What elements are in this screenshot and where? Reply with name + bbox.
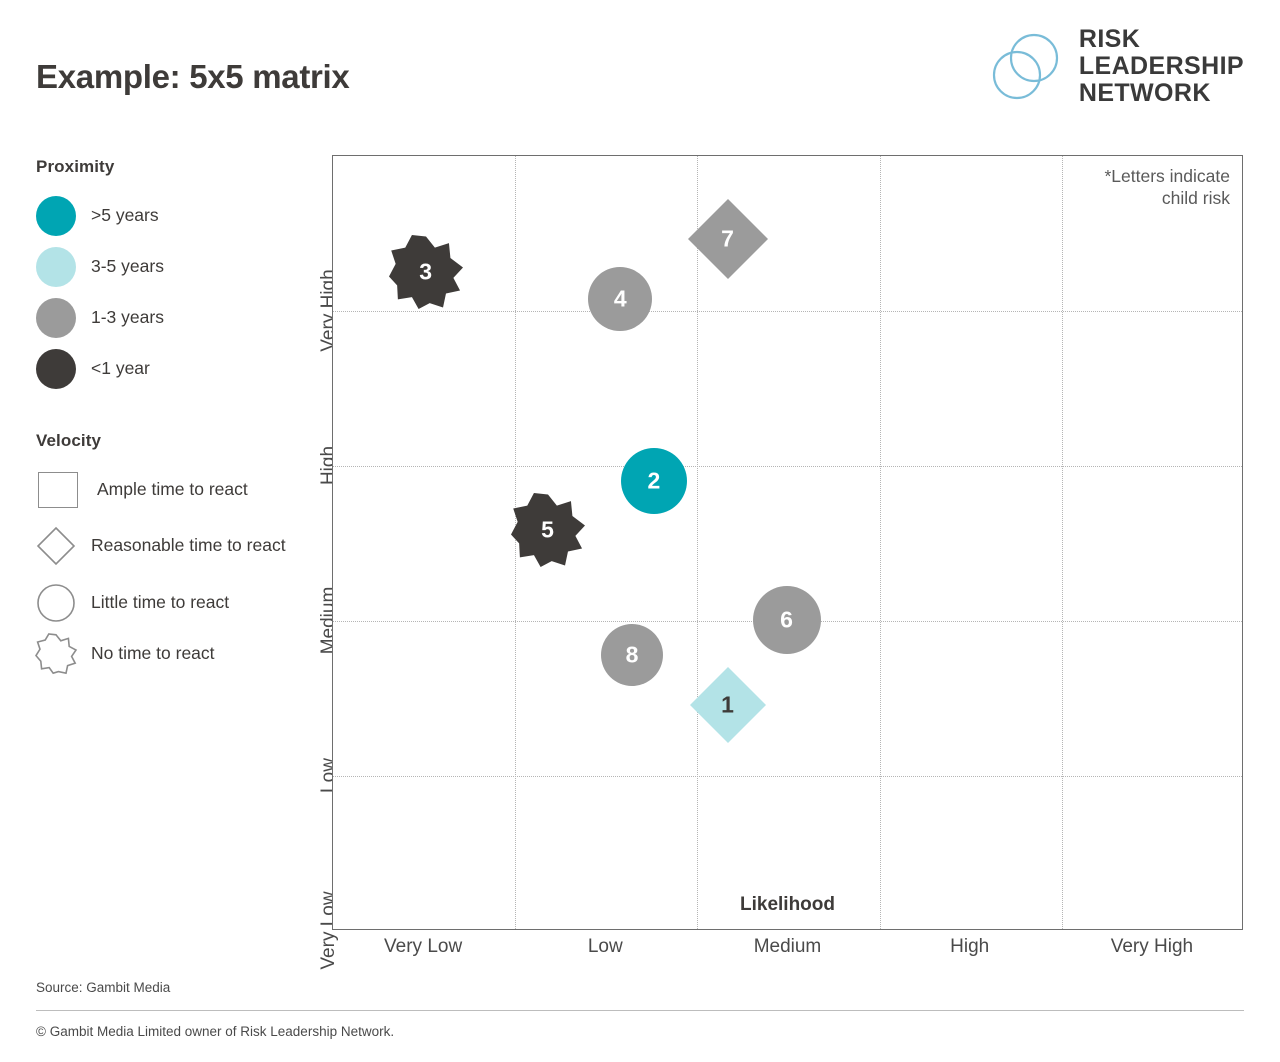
legend-item-velocity-1[interactable]: Reasonable time to react — [36, 515, 286, 577]
chart-annotation: *Letters indicate child risk — [1105, 166, 1231, 210]
y-axis-tick-labels: Very High High Medium Low Very Low — [288, 155, 339, 969]
legend-item-label: >5 years — [91, 204, 159, 225]
chart-annotation-line-1: *Letters indicate — [1104, 166, 1231, 186]
gridline-horizontal-4 — [333, 776, 1242, 777]
legend-item-label: Reasonable time to react — [91, 535, 286, 556]
risk-marker-8[interactable]: 8 — [601, 623, 664, 686]
legend-item-velocity-0[interactable]: Ample time to react — [36, 464, 286, 515]
x-tick-low: Low — [587, 936, 623, 957]
legend-item-proximity-3[interactable]: <1 year — [36, 343, 164, 394]
two-overlapping-circles-icon — [992, 33, 1058, 99]
gridline-vertical-3 — [879, 156, 881, 929]
source-note: Source: Gambit Media — [36, 980, 171, 995]
legend-item-label: No time to react — [91, 642, 215, 663]
legend-item-label: Little time to react — [91, 591, 230, 612]
starburst-icon — [388, 234, 463, 309]
risk-marker-6[interactable]: 6 — [752, 585, 821, 654]
starburst-icon — [510, 493, 585, 568]
circle-outline-icon — [36, 583, 76, 623]
gridline-horizontal-2 — [333, 466, 1242, 467]
diamond-icon — [689, 666, 766, 743]
risk-marker-7[interactable]: 7 — [687, 199, 768, 280]
brand-wordmark: RISK LEADERSHIP NETWORK — [1079, 26, 1244, 107]
diamond-icon — [687, 199, 768, 280]
x-tick-very-high: Very High — [1110, 936, 1194, 957]
footer-divider — [36, 1010, 1244, 1011]
risk-matrix-plot[interactable]: *Letters indicate child risk 3 7 4 2 5 6… — [332, 155, 1243, 930]
legend-item-label: Ample time to react — [97, 478, 248, 499]
legend-item-proximity-2[interactable]: 1-3 years — [36, 292, 164, 343]
circle-icon — [601, 623, 664, 686]
gridline-horizontal-1 — [333, 311, 1242, 312]
legend-velocity-title: Velocity — [36, 431, 102, 450]
risk-marker-3[interactable]: 3 — [388, 234, 463, 309]
brand-line-1: RISK — [1078, 25, 1141, 53]
legend-velocity: Velocity Ample time to react Reasonable … — [35, 431, 286, 679]
chart-annotation-line-2: child risk — [1161, 187, 1230, 208]
diamond-outline-icon — [36, 526, 76, 566]
page-title: Example: 5x5 matrix — [36, 58, 350, 95]
legend-proximity: Proximity >5 years 3-5 years 1-3 years <… — [36, 157, 164, 394]
legend-item-velocity-3[interactable]: No time to react — [35, 628, 286, 679]
slide-canvas: Example: 5x5 matrix RISK LEADERSHIP NETW… — [0, 0, 1280, 1062]
x-tick-very-low: Very Low — [384, 936, 463, 957]
risk-marker-5[interactable]: 5 — [510, 493, 585, 568]
filled-circle-icon — [36, 246, 76, 287]
x-tick-high: High — [950, 936, 990, 957]
gridline-vertical-4 — [1061, 156, 1063, 929]
legend-item-velocity-2[interactable]: Little time to react — [36, 577, 286, 628]
x-tick-medium: Medium — [753, 936, 822, 957]
legend-item-proximity-1[interactable]: 3-5 years — [36, 241, 164, 292]
filled-circle-icon — [36, 348, 76, 389]
circle-icon — [752, 585, 821, 654]
risk-marker-2[interactable]: 2 — [620, 448, 687, 515]
starburst-outline-icon — [35, 632, 78, 674]
circle-icon — [588, 267, 653, 331]
legend-item-proximity-0[interactable]: >5 years — [36, 190, 164, 241]
legend-proximity-title: Proximity — [36, 157, 115, 176]
legend-item-label: 1-3 years — [91, 306, 164, 327]
brand-line-2: LEADERSHIP — [1078, 52, 1244, 80]
circle-icon — [620, 448, 687, 515]
square-outline-icon — [38, 471, 78, 508]
brand-logo: RISK LEADERSHIP NETWORK — [989, 26, 1244, 107]
risk-marker-4[interactable]: 4 — [588, 267, 653, 331]
x-axis-tick-labels: Very Low Low Medium High Very High — [332, 936, 1243, 970]
brand-line-3: NETWORK — [1078, 79, 1211, 107]
filled-circle-icon — [36, 195, 76, 236]
legend-item-label: 3-5 years — [91, 255, 164, 276]
risk-marker-1[interactable]: 1 — [689, 666, 766, 743]
legend-item-label: <1 year — [91, 357, 150, 378]
copyright-note: © Gambit Media Limited owner of Risk Lea… — [36, 1024, 395, 1039]
filled-circle-icon — [36, 297, 76, 338]
